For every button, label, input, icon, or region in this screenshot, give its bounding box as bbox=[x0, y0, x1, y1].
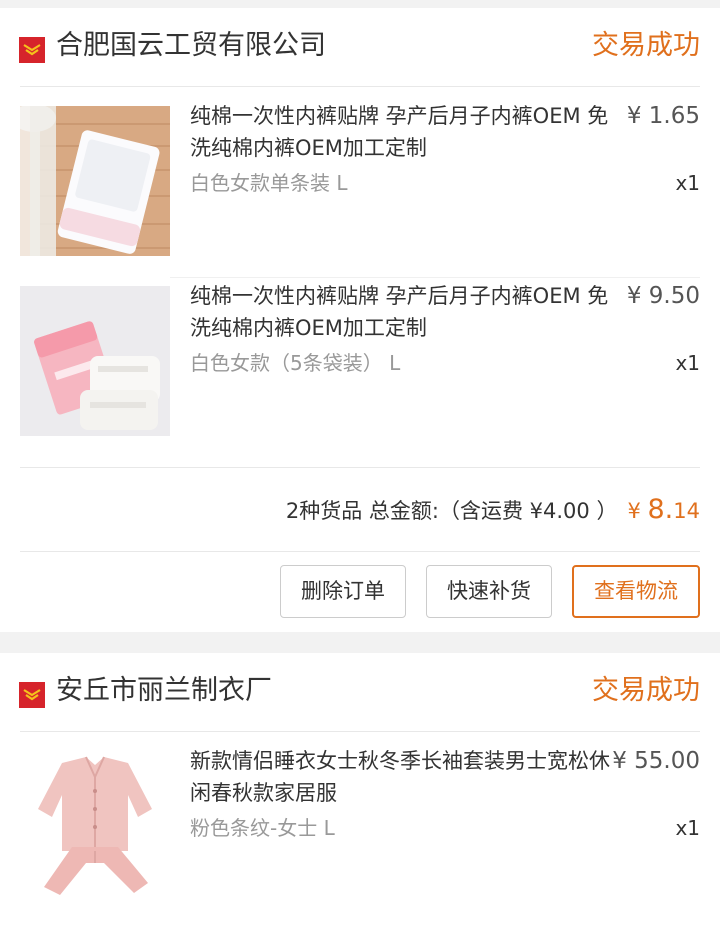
product-variant: 白色女款（5条袋装） L bbox=[190, 351, 401, 375]
order-card: 安丘市丽兰制衣厂 交易成功 新款情侣睡衣女士秋冬季长袖套装男士宽松休闲春秋款家居… bbox=[0, 653, 720, 943]
product-image[interactable] bbox=[20, 751, 170, 901]
order-card: 合肥国云工贸有限公司 交易成功 纯棉一次性内裤贴牌 孕产后月子内裤OEM 免洗纯… bbox=[0, 8, 720, 632]
quick-restock-button[interactable]: 快速补货 bbox=[426, 565, 552, 618]
order-actions: 删除订单 快速补货 查看物流 bbox=[280, 565, 700, 618]
product-quantity: x1 bbox=[675, 816, 700, 840]
summary-label: 2种货品 总金额:（含运费 ¥4.00 ） bbox=[285, 499, 618, 523]
total-decimal: 14 bbox=[673, 499, 700, 523]
shop-header[interactable]: 安丘市丽兰制衣厂 交易成功 bbox=[0, 653, 720, 731]
shop-name[interactable]: 安丘市丽兰制衣厂 bbox=[56, 671, 272, 711]
product-variant: 白色女款单条装 L bbox=[190, 171, 348, 195]
product-title[interactable]: 纯棉一次性内裤贴牌 孕产后月子内裤OEM 免洗纯棉内裤OEM加工定制 bbox=[190, 280, 615, 344]
product-quantity: x1 bbox=[675, 351, 700, 375]
order-total: ¥ 8.14 bbox=[627, 494, 700, 525]
delete-order-button[interactable]: 删除订单 bbox=[280, 565, 406, 618]
order-item[interactable]: 纯棉一次性内裤贴牌 孕产后月子内裤OEM 免洗纯棉内裤OEM加工定制 ¥ 1.6… bbox=[0, 86, 720, 266]
view-logistics-button[interactable]: 查看物流 bbox=[572, 565, 700, 618]
divider bbox=[20, 467, 700, 468]
order-status: 交易成功 bbox=[592, 30, 700, 61]
order-summary: 2种货品 总金额:（含运费 ¥4.00 ） ¥ 8.14 bbox=[286, 490, 700, 530]
product-price: ¥ 1.65 bbox=[626, 103, 700, 129]
order-item[interactable]: 新款情侣睡衣女士秋冬季长袖套装男士宽松休闲春秋款家居服 ¥ 55.00 粉色条纹… bbox=[0, 731, 720, 911]
order-item[interactable]: 纯棉一次性内裤贴牌 孕产后月子内裤OEM 免洗纯棉内裤OEM加工定制 ¥ 9.5… bbox=[0, 266, 720, 446]
shop-icon bbox=[19, 37, 45, 63]
product-variant: 粉色条纹-女士 L bbox=[190, 816, 335, 840]
total-currency: ¥ bbox=[627, 499, 648, 523]
shop-header[interactable]: 合肥国云工贸有限公司 交易成功 bbox=[0, 8, 720, 86]
product-price: ¥ 55.00 bbox=[612, 748, 700, 774]
product-title[interactable]: 纯棉一次性内裤贴牌 孕产后月子内裤OEM 免洗纯棉内裤OEM加工定制 bbox=[190, 100, 615, 164]
product-image[interactable] bbox=[20, 286, 170, 436]
divider bbox=[20, 551, 700, 552]
shop-name[interactable]: 合肥国云工贸有限公司 bbox=[56, 26, 326, 66]
product-price: ¥ 9.50 bbox=[626, 283, 700, 309]
order-status: 交易成功 bbox=[592, 675, 700, 706]
product-title[interactable]: 新款情侣睡衣女士秋冬季长袖套装男士宽松休闲春秋款家居服 bbox=[190, 745, 615, 809]
product-image[interactable] bbox=[20, 106, 170, 256]
total-integer: 8. bbox=[647, 494, 674, 525]
product-quantity: x1 bbox=[675, 171, 700, 195]
shop-icon bbox=[19, 682, 45, 708]
